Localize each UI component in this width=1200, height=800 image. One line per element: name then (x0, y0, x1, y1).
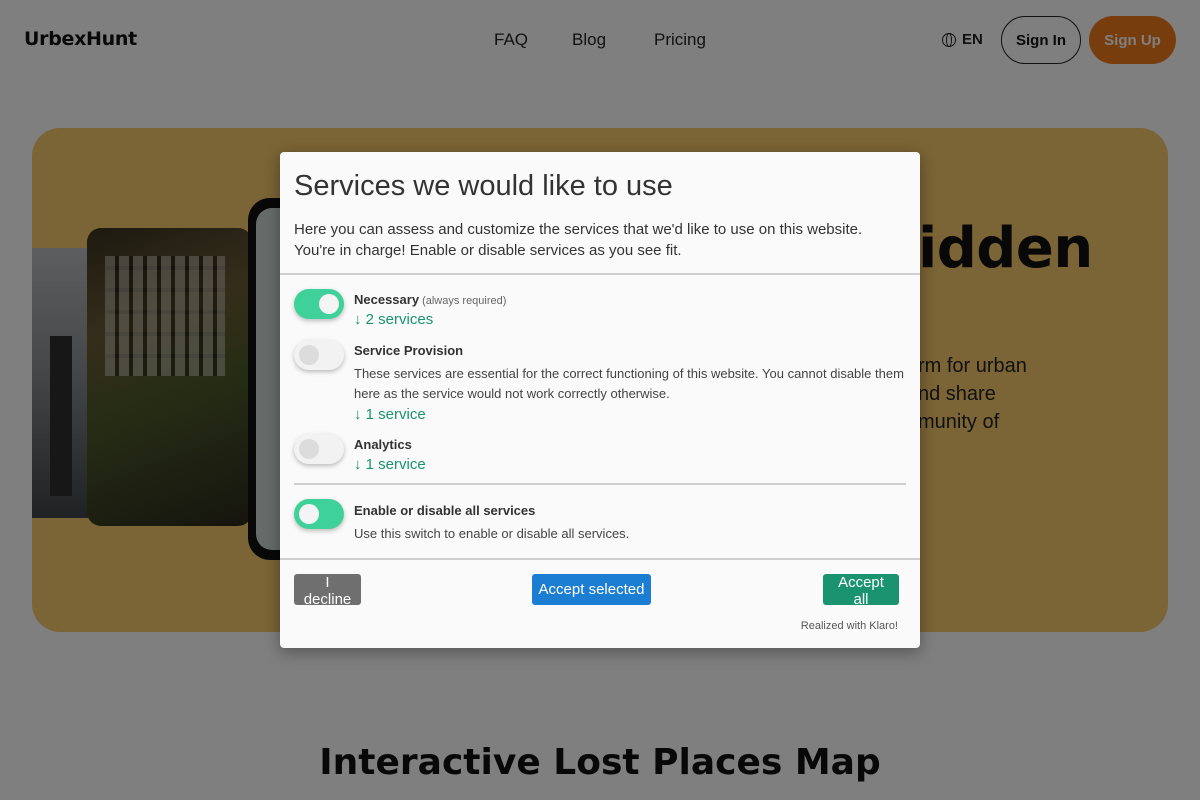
required-note: (always required) (422, 295, 507, 307)
service-provision-toggle[interactable] (294, 340, 344, 370)
accept-all-button[interactable]: Accept all (823, 574, 899, 608)
divider (280, 273, 920, 275)
divider (294, 483, 906, 485)
toggle-knob (319, 294, 339, 314)
toggle-knob (299, 504, 319, 524)
consent-description: Here you can assess and customize the se… (294, 221, 863, 259)
analytics-services-link[interactable]: ↓ 1 service (354, 456, 426, 473)
service-name: Necessary (354, 292, 420, 307)
all-services-toggle[interactable] (294, 499, 344, 529)
service-provision-description: These services are essential for the cor… (354, 366, 904, 401)
toggle-knob (299, 345, 319, 365)
service-provision-link[interactable]: ↓ 1 service (354, 406, 426, 423)
analytics-label: Analytics (354, 437, 412, 452)
all-services-label: Enable or disable all services (354, 503, 536, 518)
necessary-toggle[interactable] (294, 289, 344, 319)
divider (280, 558, 920, 560)
consent-modal: Services we would like to use Here you c… (280, 152, 920, 648)
decline-button[interactable]: I decline (294, 574, 361, 608)
necessary-services-link[interactable]: ↓ 2 services (354, 311, 433, 328)
consent-title: Services we would like to use (294, 170, 673, 202)
service-provision-label: Service Provision (354, 343, 464, 358)
klaro-credit-link[interactable]: Realized with Klaro! (801, 620, 898, 632)
necessary-label: Necessary (always required) (354, 292, 506, 307)
all-services-description: Use this switch to enable or disable all… (354, 526, 630, 541)
analytics-toggle[interactable] (294, 434, 344, 464)
accept-selected-button[interactable]: Accept selected (532, 574, 651, 605)
toggle-knob (299, 439, 319, 459)
